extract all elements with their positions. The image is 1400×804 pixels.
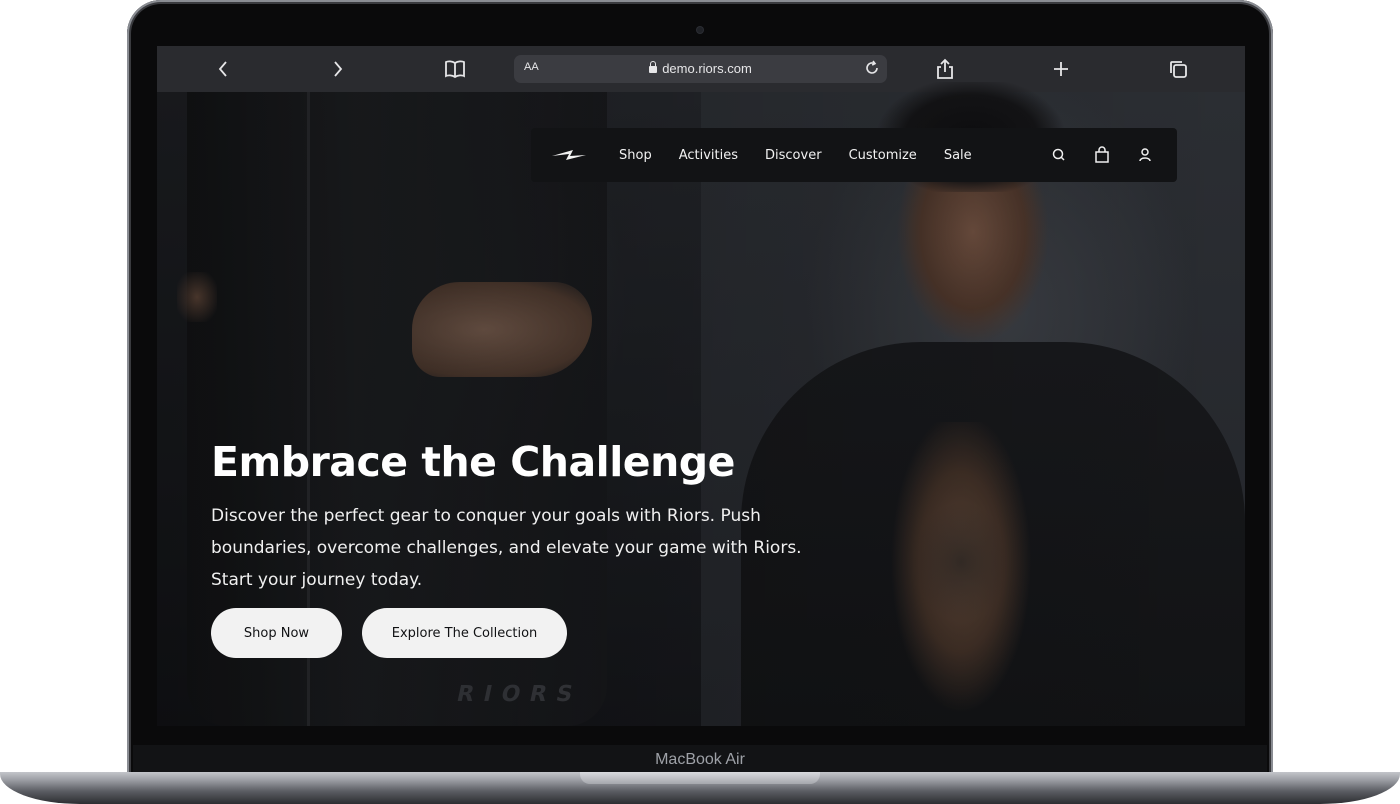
brand-logo[interactable]	[551, 147, 587, 166]
chevron-left-icon	[218, 61, 227, 77]
screen: AA demo.riors.com R I O R S	[157, 46, 1245, 726]
hero-headline: Embrace the Challenge	[211, 438, 735, 486]
bolt-logo-icon	[552, 150, 586, 160]
bag-icon	[1095, 146, 1109, 163]
search-icon	[1052, 148, 1065, 161]
url-text: demo.riors.com	[514, 61, 887, 76]
search-button[interactable]	[1051, 147, 1067, 163]
bookmarks-button[interactable]	[435, 46, 475, 92]
nav-menu: Shop Activities Discover Customize Sale	[619, 128, 999, 182]
hero-section: R I O R S Shop Activities Discover Custo…	[157, 82, 1245, 726]
explore-collection-button[interactable]: Explore The Collection	[362, 608, 567, 658]
browser-toolbar: AA demo.riors.com	[157, 46, 1245, 92]
url-value: demo.riors.com	[662, 61, 752, 76]
lock-icon	[649, 61, 658, 73]
nav-item-sale[interactable]: Sale	[944, 148, 972, 163]
account-button[interactable]	[1137, 147, 1153, 163]
tabs-icon	[1170, 61, 1187, 78]
user-icon	[1139, 148, 1151, 162]
nav-item-customize[interactable]: Customize	[849, 148, 917, 163]
device-label: MacBook Air	[655, 751, 745, 768]
plus-icon	[1054, 62, 1068, 76]
laptop-opening-notch	[580, 772, 820, 784]
nav-item-activities[interactable]: Activities	[679, 148, 738, 163]
chevron-right-icon	[334, 61, 343, 77]
nav-item-shop[interactable]: Shop	[619, 148, 652, 163]
webcam	[697, 27, 703, 33]
nav-item-discover[interactable]: Discover	[765, 148, 822, 163]
back-button[interactable]	[203, 46, 243, 92]
nav-actions	[1025, 128, 1153, 182]
reload-button[interactable]	[863, 59, 881, 81]
book-icon	[445, 60, 465, 79]
tabs-overview-button[interactable]	[1158, 46, 1198, 92]
address-bar[interactable]: AA demo.riors.com	[514, 55, 887, 83]
reload-icon	[866, 60, 878, 74]
share-icon	[937, 58, 953, 79]
shop-now-button[interactable]: Shop Now	[211, 608, 342, 658]
hero-description: Discover the perfect gear to conquer you…	[211, 506, 802, 590]
forward-button[interactable]	[318, 46, 358, 92]
site-navbar: Shop Activities Discover Customize Sale	[531, 128, 1177, 182]
cart-button[interactable]	[1093, 146, 1111, 164]
